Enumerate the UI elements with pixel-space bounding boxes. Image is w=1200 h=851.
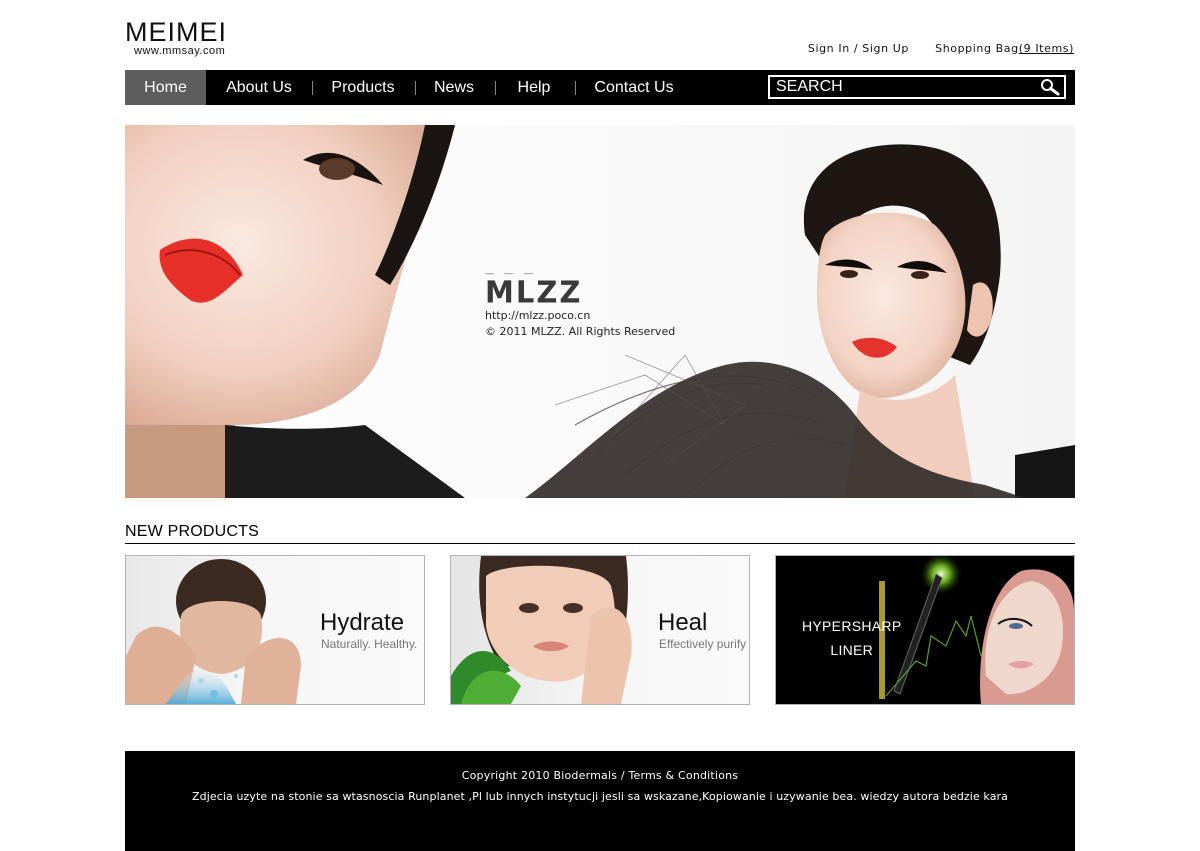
footer: Copyright 2010 Biodermals / Terms & Cond… — [125, 751, 1075, 851]
main-nav: Home About Us Products News Help Contact… — [125, 70, 1075, 105]
nav-help[interactable]: Help — [500, 70, 568, 105]
shopping-bag-link[interactable]: Shopping Bag(9 Items) — [935, 42, 1074, 55]
product-card-hypersharp-liner[interactable]: HYPERSHARP LINER — [775, 555, 1075, 705]
card-liner-line1: HYPERSHARP — [802, 618, 902, 634]
nav-news[interactable]: News — [419, 70, 489, 105]
card-subheading: Naturally. Healthy. — [321, 637, 418, 651]
footer-notice: Zdjecia uzyte na stonie sa wtasnoscia Ru… — [191, 790, 1009, 803]
account-links: Sign In / Sign Up Shopping Bag(9 Items) — [808, 42, 1074, 55]
brand-url: www.mmsay.com — [134, 45, 226, 57]
sign-in-link[interactable]: Sign In / Sign Up — [808, 42, 909, 55]
nav-home[interactable]: Home — [125, 70, 206, 105]
hero-url: http://mlzz.poco.cn — [485, 309, 591, 322]
card-heading: Hydrate — [320, 609, 405, 636]
search-box — [768, 75, 1066, 99]
brand-name: MEIMEI — [125, 17, 228, 47]
product-card-hydrate[interactable]: Hydrate Naturally. Healthy. — [125, 555, 425, 705]
bag-count: (9 Items) — [1018, 42, 1074, 55]
hero-mark: MLZZ — [485, 274, 583, 310]
card-liner-title: HYPERSHARP LINER — [802, 614, 901, 662]
section-title: NEW PRODUCTS — [125, 523, 259, 540]
section-divider — [125, 543, 1075, 544]
search-icon[interactable] — [1040, 78, 1060, 96]
nav-divider — [415, 81, 416, 95]
card-liner-line2: LINER — [830, 642, 874, 658]
search-input[interactable] — [770, 77, 1036, 97]
card-subheading: Effectively purify — [659, 637, 747, 651]
hero-copyright: © 2011 MLZZ. All Rights Reserved — [485, 325, 676, 338]
nav-divider — [312, 81, 313, 95]
nav-about-us[interactable]: About Us — [216, 70, 302, 105]
product-card-heal[interactable]: Heal Effectively purify — [450, 555, 750, 705]
footer-copyright: Copyright 2010 Biodermals / Terms & Cond… — [461, 769, 739, 782]
shopping-bag-label: Shopping Bag — [935, 42, 1019, 55]
nav-divider — [575, 81, 576, 95]
nav-divider — [495, 81, 496, 95]
nav-products[interactable]: Products — [320, 70, 406, 105]
card-heading: Heal — [658, 609, 708, 636]
hero-banner[interactable]: — — — MLZZ http://mlzz.poco.cn © 2011 ML… — [125, 125, 1075, 498]
nav-contact-us[interactable]: Contact Us — [584, 70, 684, 105]
hero-watermark: — — — MLZZ http://mlzz.poco.cn © 2011 ML… — [485, 269, 676, 340]
site-logo[interactable]: MEIMEI www.mmsay.com — [125, 18, 240, 57]
